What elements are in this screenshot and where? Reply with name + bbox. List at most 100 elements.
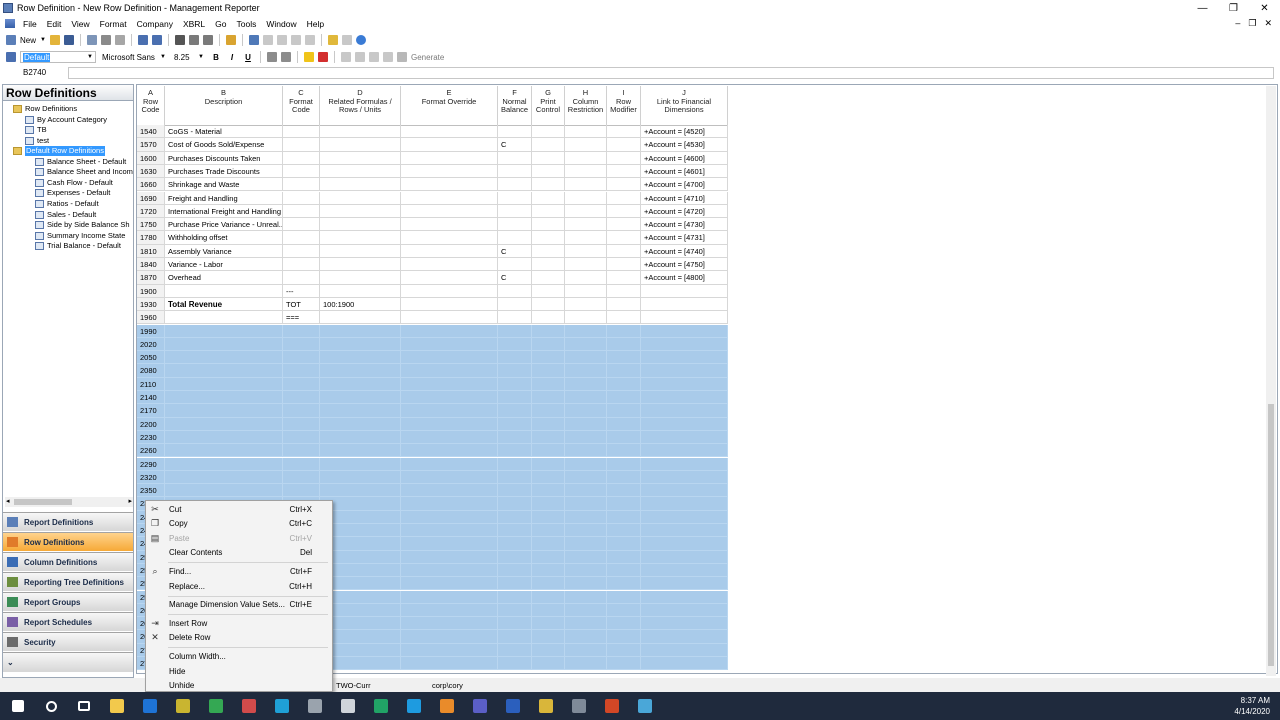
grid-cell[interactable] — [532, 524, 565, 538]
grid-cell[interactable] — [565, 603, 607, 618]
grid-cell[interactable] — [532, 191, 565, 205]
document-icon[interactable] — [5, 19, 15, 28]
grid-cell[interactable]: TOT — [283, 297, 320, 312]
font-select[interactable]: Microsoft Sans ▼ — [100, 51, 168, 63]
row-code-cell[interactable]: 1690 — [137, 191, 165, 205]
grid-cell[interactable] — [607, 191, 641, 205]
grid-cell[interactable] — [607, 311, 641, 325]
grid-cell[interactable]: Purchases Trade Discounts — [165, 164, 283, 179]
row-code-cell[interactable]: 1960 — [137, 311, 165, 325]
tree-node[interactable]: Row Definitions — [13, 104, 77, 114]
row-code-cell[interactable]: 1780 — [137, 231, 165, 245]
grid-cell[interactable] — [401, 524, 498, 538]
grid-cell[interactable] — [532, 311, 565, 325]
grid-cell[interactable] — [532, 244, 565, 258]
grid-cell[interactable] — [565, 430, 607, 445]
grid-cell[interactable] — [320, 470, 401, 485]
menu-format[interactable]: Format — [95, 19, 132, 29]
table-row[interactable]: 1660 Shrinkage and Waste +Account = [4700] — [137, 178, 728, 192]
grid-cell[interactable]: === — [283, 311, 320, 325]
row-code-cell[interactable]: 2020 — [137, 337, 165, 352]
tree-horizontal-scrollbar[interactable]: ◂ ▸ — [5, 497, 133, 507]
copy-icon[interactable] — [86, 35, 97, 45]
tree-node[interactable]: Cash Flow - Default — [35, 178, 113, 188]
grid-cell[interactable] — [498, 178, 532, 192]
save-icon[interactable] — [63, 35, 74, 45]
grid-cell[interactable] — [320, 324, 401, 338]
grid-cell[interactable] — [607, 297, 641, 312]
grid-cell[interactable] — [532, 603, 565, 618]
grid-cell[interactable] — [401, 337, 498, 352]
context-menu-item-clear-contents[interactable]: Clear Contents Del — [146, 546, 332, 560]
menu-view[interactable]: View — [66, 19, 94, 29]
context-menu-item-find[interactable]: ⌕ Find... Ctrl+F — [146, 564, 332, 578]
grid-cell[interactable] — [401, 324, 498, 338]
grid-cell[interactable]: C — [498, 138, 532, 152]
excel-icon[interactable] — [367, 692, 395, 720]
grid-cell[interactable] — [607, 404, 641, 418]
grid-cell[interactable] — [532, 258, 565, 272]
table-row[interactable]: 2020 — [137, 337, 728, 352]
grid-cell[interactable] — [532, 537, 565, 551]
grid-cell[interactable] — [565, 537, 607, 551]
grid-cell[interactable] — [532, 284, 565, 298]
grid-cell[interactable] — [498, 391, 532, 405]
grid-cell[interactable] — [401, 444, 498, 458]
grid-cell[interactable] — [532, 590, 565, 604]
table-row[interactable]: 2320 — [137, 470, 728, 485]
grid-cell[interactable] — [607, 457, 641, 471]
insert-column-icon[interactable] — [202, 35, 213, 45]
grid-cell[interactable] — [532, 497, 565, 511]
grid-cell[interactable] — [320, 125, 401, 139]
grid-cell[interactable]: +Account = [4520] — [641, 125, 728, 139]
chrome-icon[interactable] — [202, 692, 230, 720]
grid-cell[interactable] — [641, 617, 728, 631]
grid-cell[interactable] — [607, 364, 641, 378]
grid-cell[interactable] — [401, 617, 498, 631]
grid-cell[interactable] — [401, 297, 498, 312]
grid-cell[interactable] — [320, 457, 401, 471]
grid-cell[interactable] — [565, 404, 607, 418]
context-menu-item-cut[interactable]: ✂ Cut Ctrl+X — [146, 502, 332, 516]
row-code-cell[interactable]: 2050 — [137, 351, 165, 365]
generate-report-icon[interactable] — [248, 35, 259, 45]
grid-cell[interactable]: 100:1900 — [320, 297, 401, 312]
grid-cell[interactable] — [607, 271, 641, 285]
grid-cell[interactable] — [607, 151, 641, 165]
grid-cell[interactable] — [283, 218, 320, 232]
row-code-cell[interactable]: 2350 — [137, 484, 165, 498]
grid-cell[interactable] — [498, 404, 532, 418]
grid-cell[interactable] — [165, 444, 283, 458]
tree-node[interactable]: Summary Income State — [35, 231, 125, 241]
row-code-cell[interactable]: 2110 — [137, 377, 165, 391]
grid-cell[interactable] — [498, 524, 532, 538]
column-header-g[interactable]: G Print Control — [532, 86, 565, 126]
grid-cell[interactable]: Assembly Variance — [165, 244, 283, 258]
row-code-cell[interactable]: 1930 — [137, 297, 165, 312]
lock-icon[interactable] — [225, 35, 236, 45]
paste-icon[interactable] — [114, 35, 125, 45]
grid-cell[interactable] — [565, 417, 607, 431]
outlook-icon[interactable] — [136, 692, 164, 720]
grid-cell[interactable] — [401, 138, 498, 152]
grid-vertical-scrollbar[interactable] — [1266, 86, 1276, 676]
table-row[interactable]: 1930 Total Revenue TOT 100:1900 — [137, 297, 728, 312]
grid-cell[interactable] — [498, 364, 532, 378]
grid-cell[interactable] — [607, 324, 641, 338]
grid-cell[interactable] — [320, 364, 401, 378]
redo-icon[interactable] — [151, 35, 162, 45]
grid-cell[interactable] — [320, 258, 401, 272]
grid-cell[interactable]: +Account = [4720] — [641, 204, 728, 219]
table-row[interactable]: 1570 Cost of Goods Sold/Expense C +Account … — [137, 138, 728, 152]
forward-icon[interactable] — [276, 35, 287, 45]
grid-cell[interactable] — [401, 351, 498, 365]
table-row[interactable]: 2080 — [137, 364, 728, 378]
grid-cell[interactable]: Withholding offset — [165, 231, 283, 245]
grid-cell[interactable] — [565, 657, 607, 671]
grid-cell[interactable] — [607, 657, 641, 671]
grid-cell[interactable]: +Account = [4600] — [641, 151, 728, 165]
grid-cell[interactable] — [320, 284, 401, 298]
grid-cell[interactable] — [320, 391, 401, 405]
grid-cell[interactable] — [498, 617, 532, 631]
grid-cell[interactable] — [607, 178, 641, 192]
